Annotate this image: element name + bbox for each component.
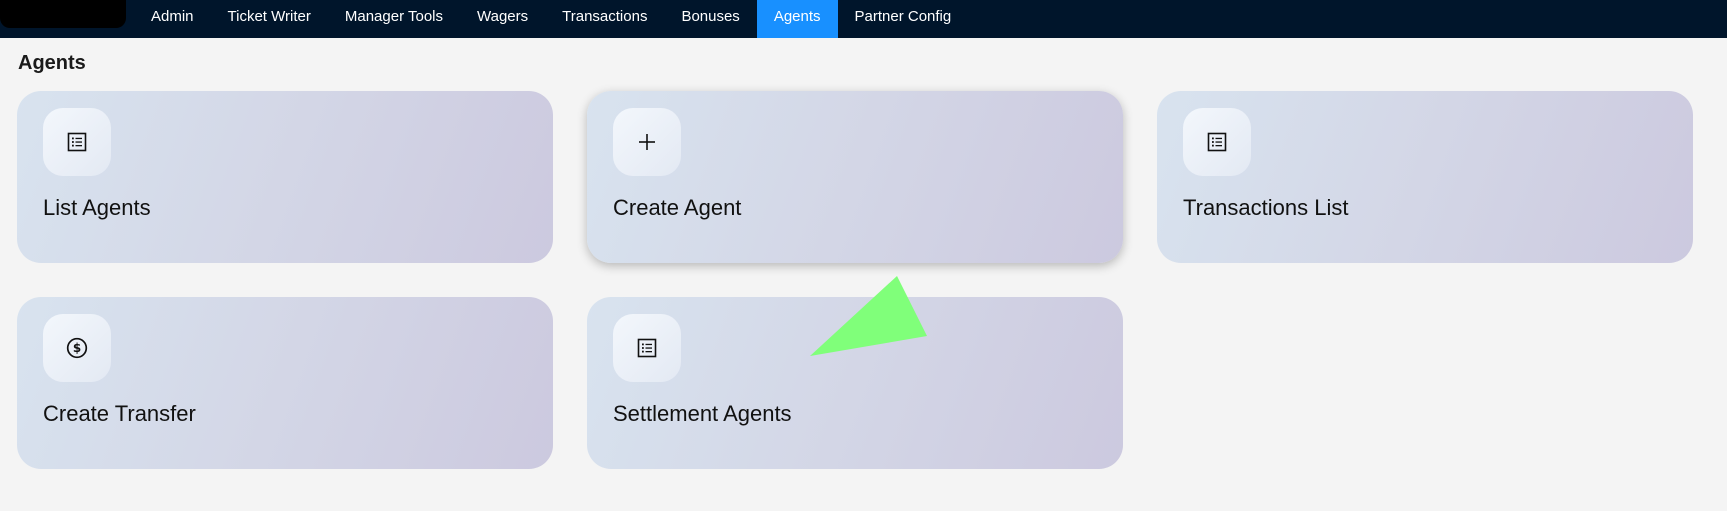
card-icon-container [1183, 108, 1251, 176]
card-icon-container [43, 108, 111, 176]
nav-item-ticket-writer[interactable]: Ticket Writer [211, 0, 328, 38]
card-create-transfer[interactable]: $ Create Transfer [17, 297, 553, 469]
card-label: Create Agent [613, 195, 742, 220]
card-icon-container: $ [43, 314, 111, 382]
card-create-agent[interactable]: Create Agent [587, 91, 1123, 263]
dollar-circle-icon: $ [66, 337, 88, 359]
nav-item-agents[interactable]: Agents [756, 0, 838, 38]
nav-item-partner-config[interactable]: Partner Config [838, 0, 969, 38]
list-icon [637, 338, 657, 358]
card-icon-container [613, 108, 681, 176]
page-title: Agents [18, 52, 86, 74]
nav-item-transactions[interactable]: Transactions [545, 0, 664, 38]
list-icon [67, 132, 87, 152]
card-list-agents[interactable]: List Agents [17, 91, 553, 263]
card-label: List Agents [43, 195, 151, 220]
main-nav: Admin Ticket Writer Manager Tools Wagers… [134, 0, 968, 38]
nav-item-admin[interactable]: Admin [134, 0, 211, 38]
nav-item-bonuses[interactable]: Bonuses [664, 0, 756, 38]
svg-text:$: $ [73, 341, 81, 355]
card-label: Transactions List [1183, 195, 1349, 220]
logo[interactable] [0, 0, 126, 28]
card-transactions-list[interactable]: Transactions List [1157, 91, 1693, 263]
nav-item-wagers[interactable]: Wagers [460, 0, 545, 38]
top-navigation-bar: Admin Ticket Writer Manager Tools Wagers… [0, 0, 1727, 38]
card-icon-container [613, 314, 681, 382]
card-label: Settlement Agents [613, 401, 792, 426]
nav-item-manager-tools[interactable]: Manager Tools [328, 0, 460, 38]
list-icon [1207, 132, 1227, 152]
pointer-arrow-icon [810, 276, 927, 356]
card-label: Create Transfer [43, 401, 196, 426]
plus-icon [639, 134, 655, 150]
